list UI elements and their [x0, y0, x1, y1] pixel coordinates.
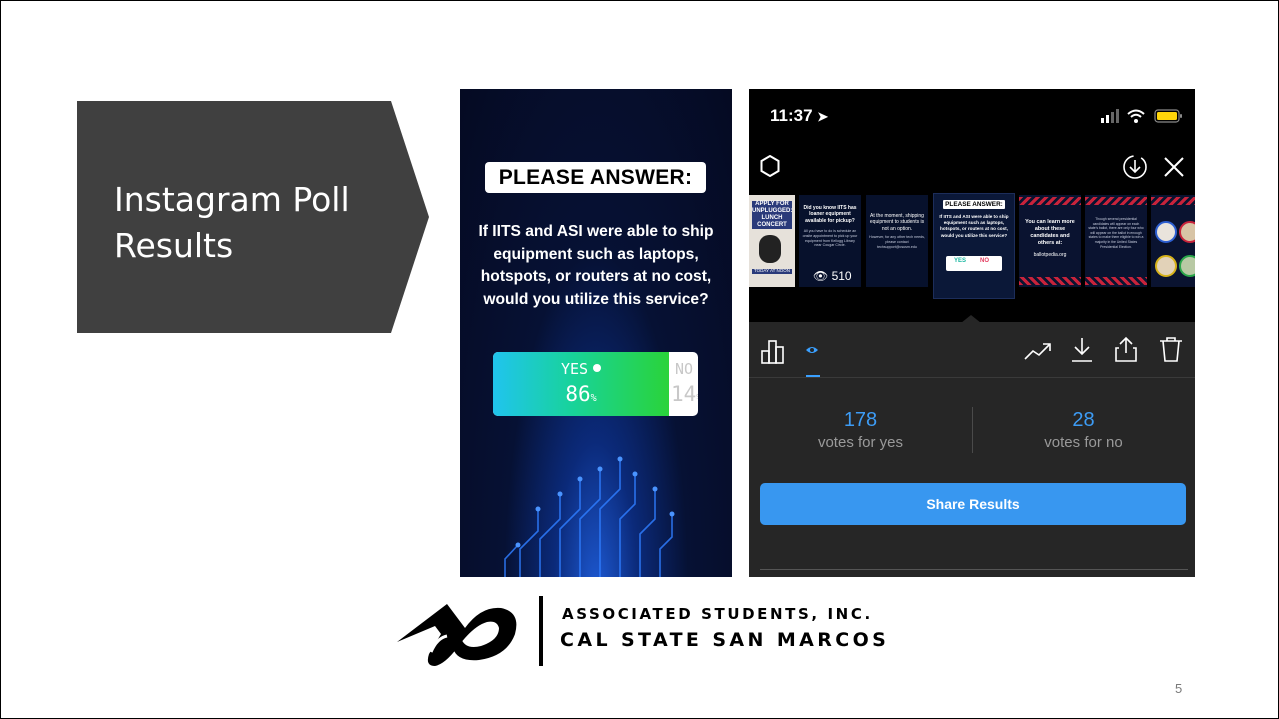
download-icon[interactable] [1070, 336, 1094, 364]
trash-delete-icon[interactable] [1158, 335, 1184, 363]
candidate-photo [1155, 221, 1177, 243]
story-thumbnails: APPLY FOR UNPLUGGED: LUNCH CONCERT TODAY… [749, 193, 1195, 299]
circuit-lines-decoration [504, 456, 675, 577]
viewers-eye-icon[interactable] [805, 343, 819, 357]
page-number: 5 [1175, 681, 1183, 696]
candidate-photo [1179, 255, 1195, 277]
story-thumbnail[interactable]: APPLY FOR UNPLUGGED: LUNCH CONCERT TODAY… [749, 195, 795, 287]
status-time: 11:37 ➤ [770, 106, 829, 125]
bar-chart-insights-icon[interactable] [760, 339, 790, 365]
topbar-actions [1123, 155, 1184, 179]
flag-stripes-decoration [1019, 197, 1081, 205]
save-download-icon [1123, 155, 1147, 179]
home-indicator-line [760, 569, 1188, 570]
wifi-icon [1127, 109, 1145, 118]
poll-question: If IITS and ASI were able to ship equipm… [478, 223, 714, 308]
poll-yes-percent: 86% [565, 382, 597, 406]
battery-icon [1154, 109, 1182, 123]
yes-vote-label: votes for yes [817, 434, 904, 451]
story-thumbnail[interactable]: You can learn more about these candidate… [1019, 195, 1081, 287]
slide-title-line2: Results [114, 226, 234, 265]
logo-text-line2: CAL STATE SAN MARCOS [560, 629, 890, 651]
please-answer-heading: PLEASE ANSWER: [485, 162, 706, 193]
poll-result-bar: YES 86% NO 14% [493, 352, 698, 416]
share-results-button[interactable]: Share Results [760, 483, 1186, 525]
story-poll-screenshot: PLEASE ANSWER: If IITS and ASI were able… [460, 89, 732, 577]
mini-poll: YES NO [946, 256, 1002, 271]
story-thumbnail[interactable] [1151, 195, 1195, 287]
eye-icon: 👁 [813, 269, 829, 283]
flag-stripes-decoration [1085, 277, 1147, 285]
status-bar-icons [1101, 109, 1182, 123]
close-icon [1164, 157, 1184, 177]
logo-text-line1: ASSOCIATED STUDENTS, INC. [562, 605, 873, 623]
poll-no-percent: 14% [671, 382, 698, 406]
selected-dot-icon [593, 364, 602, 372]
story-thumbnail[interactable]: At the moment, shipping equipment to stu… [866, 195, 928, 287]
story-thumbnail-active[interactable]: PLEASE ANSWER: If IITS and ASI were able… [933, 193, 1015, 299]
story-thumbnail[interactable]: Though several presidential candidates w… [1085, 195, 1147, 287]
settings-gear-icon[interactable] [759, 155, 781, 177]
panel-divider [749, 377, 1195, 378]
slide-title-line1: Instagram Poll [114, 180, 350, 219]
share-upload-icon[interactable] [1113, 335, 1139, 363]
poll-no-label: NO [675, 360, 694, 378]
poll-yes-label: YES [493, 360, 669, 378]
microphone-image [759, 235, 781, 263]
candidate-photo [1155, 255, 1177, 277]
no-vote-label: votes for no [1044, 434, 1123, 451]
flag-stripes-decoration [1151, 197, 1195, 205]
asi-logo-mark [397, 604, 517, 666]
no-vote-count: 28 [1072, 409, 1095, 431]
slide: Instagram Poll Results PLEASE ANSWER: If… [0, 0, 1279, 719]
candidate-photo [1179, 221, 1195, 243]
yes-vote-count: 178 [843, 409, 878, 431]
flag-stripes-decoration [1019, 277, 1081, 285]
cellular-signal-icon [1101, 109, 1119, 123]
trend-insights-icon[interactable] [1023, 339, 1053, 363]
location-arrow-icon: ➤ [817, 109, 829, 124]
instagram-results-screenshot: 11:37 ➤ APPLY FOR UNPLUGGED: LUNCH CONCE… [749, 89, 1195, 577]
story-views: 👁 510 [813, 269, 852, 283]
flag-stripes-decoration [1085, 197, 1147, 205]
story-thumbnail[interactable]: Did you know IITS has loaner equipment a… [799, 195, 861, 287]
slide-title: Instagram Poll Results [114, 177, 350, 269]
logo-divider-bar [539, 596, 543, 666]
